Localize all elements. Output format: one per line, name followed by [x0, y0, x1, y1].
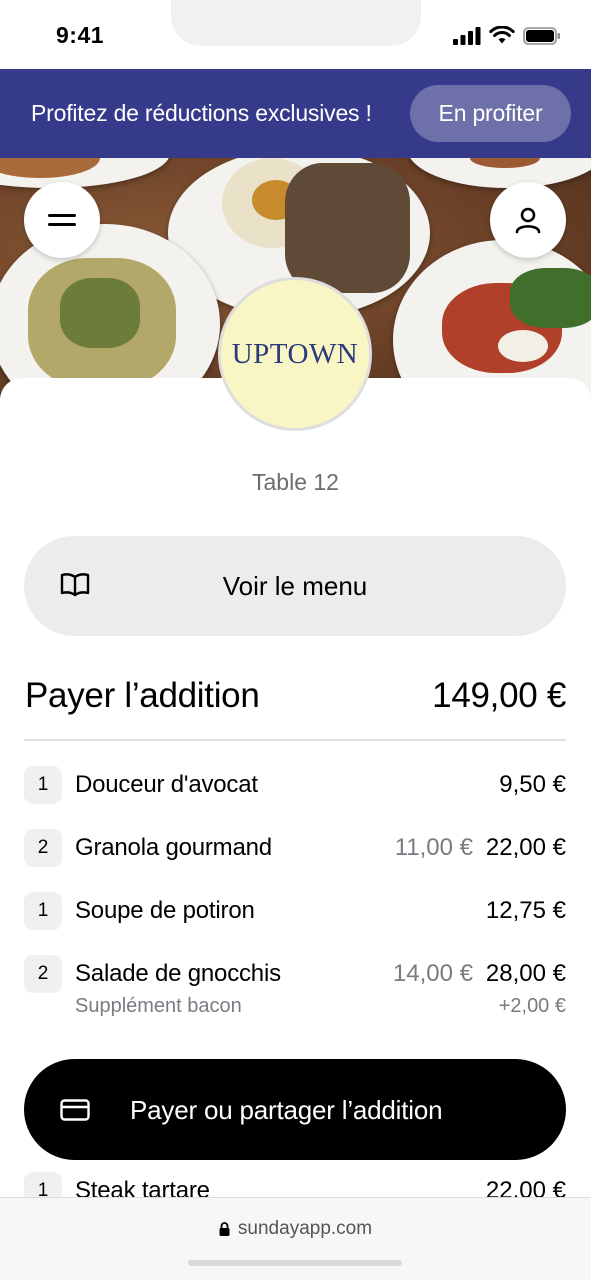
status-bar: 9:41: [0, 0, 591, 70]
item-price: 22,00 €: [485, 834, 566, 861]
item-quantity: 1: [24, 766, 62, 804]
item-unit-price: 14,00 €: [392, 960, 473, 987]
item-name: Granola gourmand: [75, 834, 272, 861]
item-price: 12,75 €: [485, 897, 566, 924]
device-notch: [171, 0, 421, 46]
bill-item: 1 Soupe de potiron 12,75 €: [24, 892, 566, 930]
status-time: 9:41: [56, 22, 105, 48]
item-quantity: 2: [24, 955, 62, 993]
restaurant-logo: UPTOWN: [218, 277, 372, 431]
item-extra-price: +2,00 €: [498, 995, 566, 1017]
battery-icon: [523, 26, 560, 45]
item-price: 28,00 €: [485, 960, 566, 987]
item-extra-name: Supplément bacon: [75, 995, 242, 1017]
lock-icon: [219, 1222, 230, 1236]
book-icon: [60, 573, 90, 597]
bill-item: 2 Salade de gnocchis 14,00 € 28,00 € Sup…: [24, 955, 566, 1017]
promo-button[interactable]: En profiter: [410, 85, 571, 142]
view-menu-button[interactable]: Voir le menu: [24, 536, 566, 636]
item-name: Salade de gnocchis: [75, 960, 281, 987]
bill-item: 1 Douceur d'avocat 9,50 €: [24, 766, 566, 804]
bill-total: 149,00 €: [432, 676, 566, 715]
item-quantity: 1: [24, 892, 62, 930]
bill-item: 2 Granola gourmand 11,00 € 22,00 €: [24, 829, 566, 867]
promo-banner: Profitez de réductions exclusives ! En p…: [0, 69, 591, 158]
item-quantity: 2: [24, 829, 62, 867]
credit-card-icon: [60, 1099, 90, 1121]
url-display[interactable]: sundayapp.com: [0, 1218, 591, 1240]
user-icon: [515, 207, 541, 234]
item-name: Soupe de potiron: [75, 897, 255, 924]
divider: [24, 739, 566, 741]
home-indicator: [188, 1260, 402, 1266]
pay-or-split-label: Payer ou partager l’addition: [130, 1095, 443, 1125]
status-icons: [453, 26, 561, 45]
item-price: 9,50 €: [499, 771, 566, 798]
promo-text: Profitez de réductions exclusives !: [31, 100, 372, 126]
pay-or-split-button[interactable]: Payer ou partager l’addition: [24, 1059, 566, 1160]
wifi-icon: [489, 26, 515, 44]
bill-title: Payer l’addition: [25, 676, 260, 715]
item-unit-price: 11,00 €: [394, 834, 473, 861]
url-text: sundayapp.com: [237, 1218, 373, 1239]
hamburger-icon: [48, 214, 76, 226]
view-menu-label: Voir le menu: [222, 570, 368, 601]
menu-toggle-button[interactable]: [24, 182, 100, 258]
item-name: Douceur d'avocat: [75, 771, 258, 798]
restaurant-logo-text: UPTOWN: [231, 337, 359, 370]
browser-url-bar[interactable]: sundayapp.com: [0, 1197, 591, 1280]
table-label: Table 12: [252, 469, 339, 495]
account-button[interactable]: [490, 182, 566, 258]
signal-icon: [453, 26, 481, 45]
